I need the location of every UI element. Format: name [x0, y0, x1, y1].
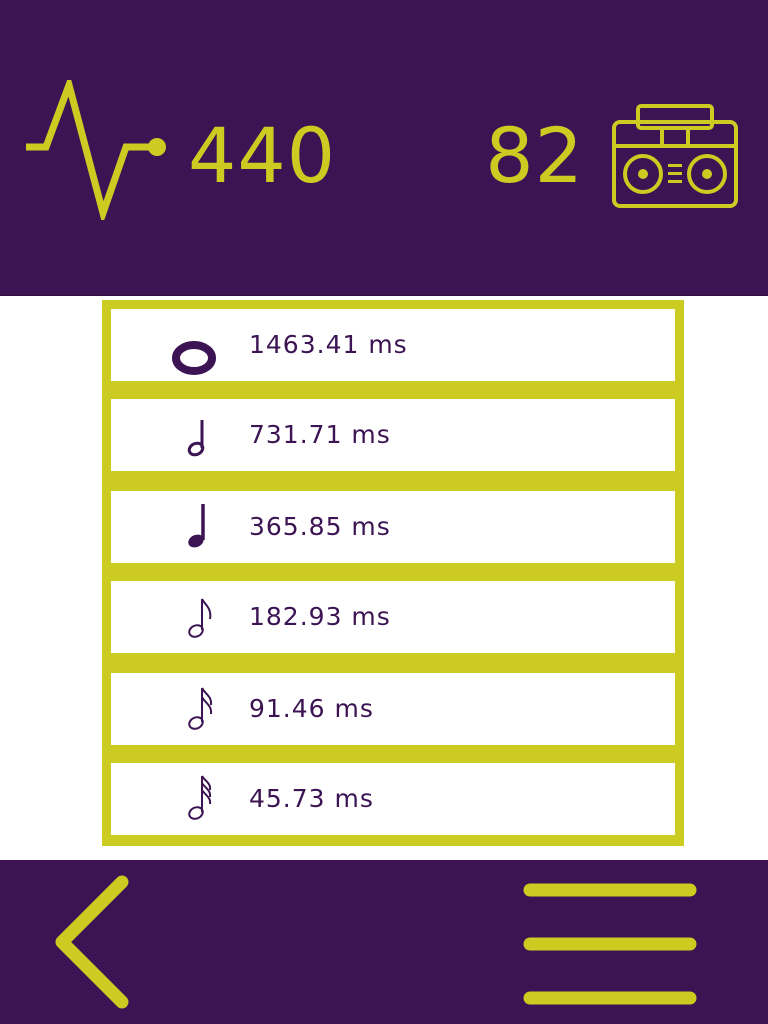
duration-label: 182.93 ms — [249, 602, 391, 631]
duration-label: 91.46 ms — [249, 694, 374, 723]
frequency-value[interactable]: 440 — [188, 108, 336, 204]
list-item[interactable]: 365.85 ms — [111, 491, 675, 563]
duration-label: 731.71 ms — [249, 420, 391, 449]
list-item[interactable]: 45.73 ms — [111, 763, 675, 835]
list-item[interactable]: 731.71 ms — [111, 399, 675, 471]
thirty-second-note-icon — [188, 775, 212, 820]
quarter-note-icon — [188, 504, 205, 548]
whole-note-icon — [172, 341, 216, 375]
boombox-icon — [612, 104, 738, 208]
half-note-icon — [187, 420, 205, 457]
list-item[interactable]: 1463.41 ms — [111, 309, 675, 381]
note-duration-list: 1463.41 ms 731.71 ms 365.85 ms 182.93 ms… — [102, 300, 684, 846]
hamburger-menu-icon[interactable] — [518, 876, 702, 1008]
duration-label: 1463.41 ms — [249, 330, 408, 359]
sixteenth-note-icon — [188, 687, 213, 730]
duration-label: 365.85 ms — [249, 512, 391, 541]
list-item[interactable]: 91.46 ms — [111, 673, 675, 745]
tempo-value[interactable]: 82 — [485, 108, 584, 204]
eighth-note-icon — [188, 598, 212, 638]
list-item[interactable]: 182.93 ms — [111, 581, 675, 653]
pulse-wave-icon — [26, 80, 166, 220]
chevron-left-icon[interactable] — [44, 872, 144, 1012]
duration-label: 45.73 ms — [249, 784, 374, 813]
